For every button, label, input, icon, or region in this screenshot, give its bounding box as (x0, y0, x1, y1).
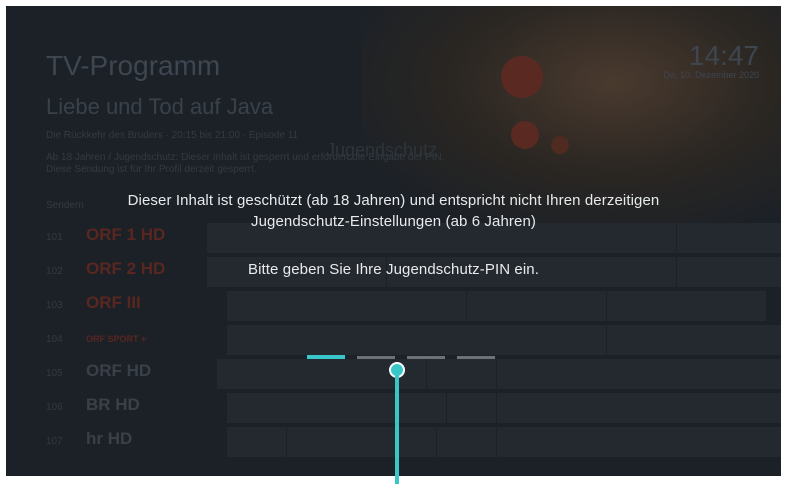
channel-logo: ORF HD (86, 361, 152, 380)
program-cell[interactable] (496, 393, 781, 423)
pin-digit-slot[interactable] (357, 356, 395, 359)
channel-number: 101 (46, 232, 63, 243)
channel-number: 105 (46, 368, 63, 379)
channel-number: 104 (46, 334, 63, 345)
channel-logo: ORF SPORT + (86, 334, 147, 344)
channel-row[interactable]: 105 ORF HD (46, 357, 206, 391)
channel-number: 107 (46, 436, 63, 447)
program-info: Die Rückkehr des Bruders · 20:15 bis 21:… (46, 130, 299, 141)
channel-list: 101 ORF 1 HD 102 ORF 2 HD 103 ORF III 10… (46, 221, 206, 459)
pin-digit-slot[interactable] (407, 356, 445, 359)
program-cell[interactable] (606, 291, 766, 321)
program-cell[interactable] (226, 325, 606, 355)
page-title: TV-Programm (46, 50, 221, 81)
channel-row[interactable]: 106 BR HD (46, 391, 206, 425)
protection-message-line2: Jugendschutz-Einstellungen (ab 6 Jahren) (250, 213, 536, 230)
program-cell[interactable] (466, 291, 606, 321)
channel-logo: BR HD (86, 395, 140, 414)
channel-row[interactable]: 107 hr HD (46, 425, 206, 459)
date-label: Do, 10. Dezember 2020 (663, 70, 759, 80)
jugendschutz-watermark: Jugendschutz (326, 140, 438, 160)
channel-logo: hr HD (86, 429, 133, 448)
channel-number: 103 (46, 300, 63, 311)
program-cell[interactable] (286, 427, 436, 457)
pointer-line (395, 374, 399, 484)
pin-digit-slot[interactable] (457, 356, 495, 359)
program-cell[interactable] (606, 325, 781, 355)
channel-row[interactable]: 104 ORF SPORT + (46, 323, 206, 357)
tv-screen: TV-Programm 14:47 Do, 10. Dezember 2020 … (6, 6, 781, 476)
pin-prompt: Bitte geben Sie Ihre Jugendschutz-PIN ei… (247, 261, 540, 278)
program-cell[interactable] (446, 393, 496, 423)
program-cell[interactable] (496, 359, 781, 389)
program-cell[interactable] (496, 427, 781, 457)
pin-digit-slot[interactable] (307, 355, 345, 359)
program-cell[interactable] (226, 291, 466, 321)
program-title: Liebe und Tod auf Java (46, 94, 274, 119)
program-cell[interactable] (436, 427, 496, 457)
epg-background: TV-Programm 14:47 Do, 10. Dezember 2020 … (6, 6, 781, 476)
program-cell[interactable] (226, 427, 286, 457)
channel-number: 106 (46, 402, 63, 413)
channel-row[interactable]: 103 ORF III (46, 289, 206, 323)
epg-grid (196, 221, 781, 459)
channel-logo: ORF III (86, 293, 141, 312)
protection-message-line1: Dieser Inhalt ist geschützt (ab 18 Jahre… (127, 192, 660, 209)
program-cell[interactable] (426, 359, 496, 389)
program-cell[interactable] (226, 393, 446, 423)
program-rating-line-2: Diese Sendung ist für Ihr Profil derzeit… (46, 164, 257, 175)
clock: 14:47 (688, 40, 759, 71)
